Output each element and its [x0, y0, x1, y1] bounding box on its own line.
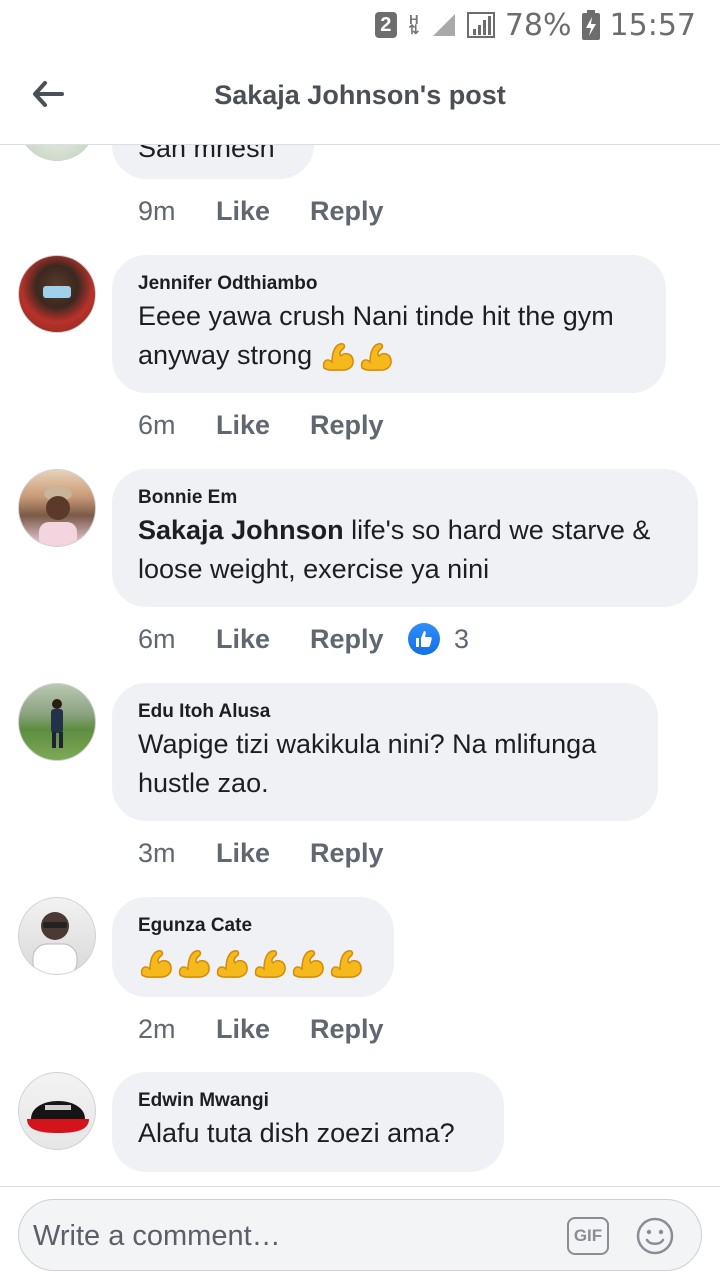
comment-composer-bar: GIF	[0, 1186, 720, 1280]
comment-text: Sah mnesh	[138, 145, 275, 163]
comment-bubble[interactable]: Edu Itoh Alusa Wapige tizi wakikula nini…	[112, 683, 658, 821]
reply-button[interactable]: Reply	[310, 838, 408, 869]
avatar[interactable]	[18, 683, 96, 761]
comment-time: 3m	[138, 837, 176, 868]
mention-link[interactable]: Sakaja Johnson	[138, 515, 344, 545]
reply-button[interactable]: Reply	[310, 196, 408, 227]
flexed-biceps-icon	[254, 949, 286, 978]
flexed-biceps-icon	[292, 949, 324, 978]
comment-actions: 3m Like Reply	[138, 833, 408, 873]
comment-text: Wapige tizi wakikula nini? Na mlifunga h…	[138, 729, 597, 798]
avatar[interactable]	[18, 255, 96, 333]
comment-time: 6m	[138, 409, 176, 440]
flexed-biceps-icon	[360, 342, 392, 371]
reply-button[interactable]: Reply	[310, 1014, 408, 1045]
comment-actions: 6m Like Reply 3	[138, 619, 469, 659]
comment-bubble[interactable]: Jennifer Odthiambo Eeee yawa crush Nani …	[112, 255, 666, 393]
flexed-biceps-icon	[216, 949, 248, 978]
avatar[interactable]	[18, 469, 96, 547]
comment-actions: 2m Like Reply	[138, 1009, 408, 1049]
like-button[interactable]: Like	[216, 838, 310, 869]
comment-time: 9m	[138, 195, 176, 226]
like-button[interactable]: Like	[216, 410, 310, 441]
avatar[interactable]	[18, 145, 96, 161]
like-button[interactable]: Like	[216, 1014, 310, 1045]
status-bar: 2 H ⇅ 78% 15:57	[0, 0, 720, 50]
reaction-summary[interactable]: 3	[408, 623, 469, 655]
flexed-biceps-icon	[330, 949, 362, 978]
like-button[interactable]: Like	[216, 624, 310, 655]
reply-button[interactable]: Reply	[310, 624, 408, 655]
thumbs-up-icon	[408, 623, 440, 655]
sim-badge: 2	[374, 12, 397, 38]
cap-photo	[27, 1101, 89, 1133]
comment-list[interactable]: Sah mnesh 9m Like Reply Jennifer Odthiam…	[0, 145, 720, 1186]
reply-button[interactable]: Reply	[310, 410, 408, 441]
post-header: Sakaja Johnson's post	[0, 50, 720, 145]
flexed-biceps-icon	[322, 342, 354, 371]
person-photo	[32, 912, 78, 974]
comment-author[interactable]: Edu Itoh Alusa	[138, 699, 632, 725]
comment-bubble[interactable]: Egunza Cate	[112, 897, 394, 997]
network-type-icon: H ⇅	[408, 12, 420, 37]
person-photo	[39, 487, 77, 546]
comment-composer[interactable]: GIF	[18, 1199, 702, 1271]
page-title: Sakaja Johnson's post	[214, 80, 506, 110]
clock: 15:57	[609, 7, 696, 43]
gif-button[interactable]: GIF	[567, 1217, 609, 1255]
comment-bubble[interactable]: Sah mnesh	[112, 145, 314, 179]
comment-author[interactable]: Egunza Cate	[138, 913, 368, 939]
signal-bars-icon	[466, 12, 495, 38]
comment-author[interactable]: Jennifer Odthiambo	[138, 271, 640, 297]
reaction-count: 3	[454, 623, 470, 654]
battery-percent: 78%	[504, 7, 572, 43]
comment-bubble[interactable]: Bonnie Em Sakaja Johnson life's so hard …	[112, 469, 698, 607]
avatar[interactable]	[18, 1072, 96, 1150]
flexed-biceps-icon	[140, 949, 172, 978]
comment-time: 6m	[138, 623, 176, 654]
comment-bubble[interactable]: Edwin Mwangi Alafu tuta dish zoezi ama?	[112, 1072, 504, 1172]
emoji-picker-icon[interactable]	[635, 1216, 675, 1256]
comment-actions: 6m Like Reply	[138, 405, 408, 445]
comment-time: 2m	[138, 1013, 176, 1044]
comment-body: Eeee yawa crush Nani tinde hit the gym a…	[138, 297, 640, 375]
flexed-biceps-icon	[178, 949, 210, 978]
signal-icon	[432, 14, 455, 36]
comment-text: Alafu tuta dish zoezi ama?	[138, 1118, 455, 1148]
comment-input[interactable]	[33, 1214, 553, 1258]
comment-actions: 9m Like Reply	[138, 191, 408, 231]
comment-author[interactable]: Bonnie Em	[138, 485, 672, 511]
comment-body: Sakaja Johnson life's so hard we starve …	[138, 511, 672, 589]
flexed-biceps-emoji-group	[320, 340, 396, 371]
comment-author[interactable]: Edwin Mwangi	[138, 1088, 478, 1114]
battery-charging-icon	[581, 10, 600, 40]
like-button[interactable]: Like	[216, 196, 310, 227]
avatar[interactable]	[18, 897, 96, 975]
person-photo	[43, 286, 71, 298]
person-photo	[51, 699, 63, 748]
emoji-row	[138, 943, 368, 982]
